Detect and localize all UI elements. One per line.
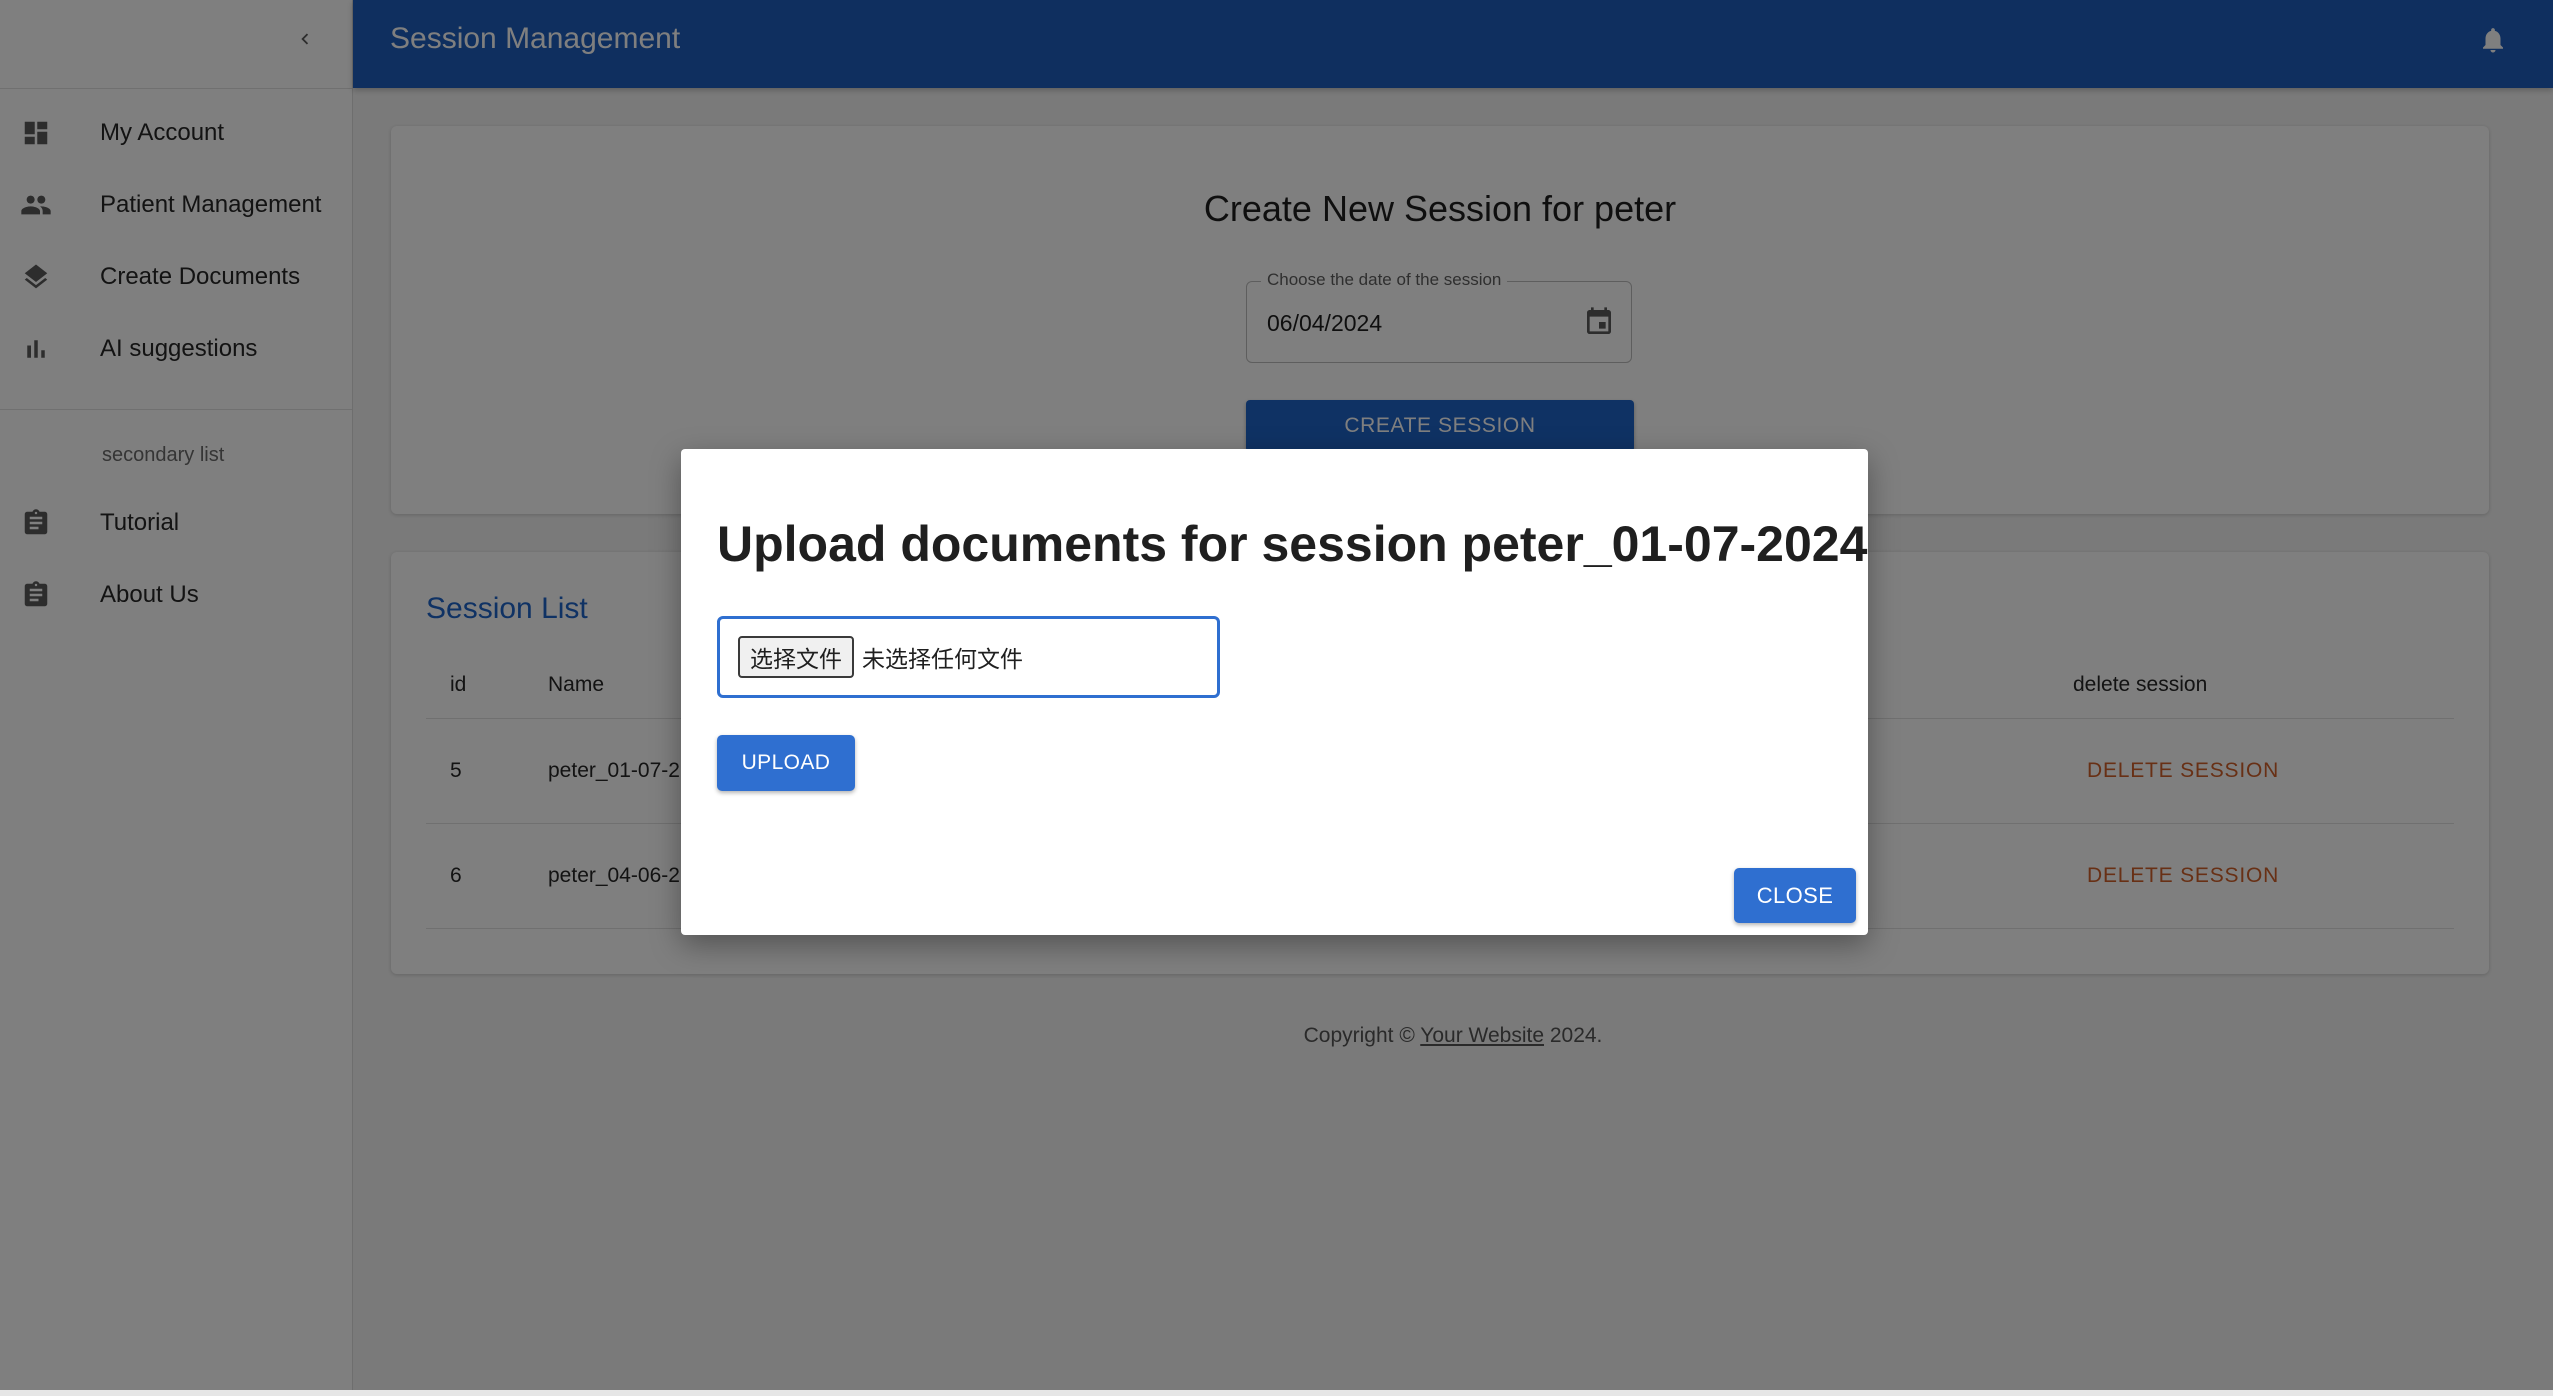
close-button[interactable]: CLOSE xyxy=(1734,868,1856,923)
file-input[interactable]: 选择文件 未选择任何文件 xyxy=(717,616,1220,698)
choose-file-button[interactable]: 选择文件 xyxy=(738,636,854,678)
window-bottom-edge xyxy=(0,1390,2553,1396)
dialog-title: Upload documents for session peter_01-07… xyxy=(717,516,1868,572)
upload-button[interactable]: UPLOAD xyxy=(717,735,855,791)
file-status-text: 未选择任何文件 xyxy=(862,647,1023,673)
upload-dialog: Upload documents for session peter_01-07… xyxy=(681,449,1868,935)
